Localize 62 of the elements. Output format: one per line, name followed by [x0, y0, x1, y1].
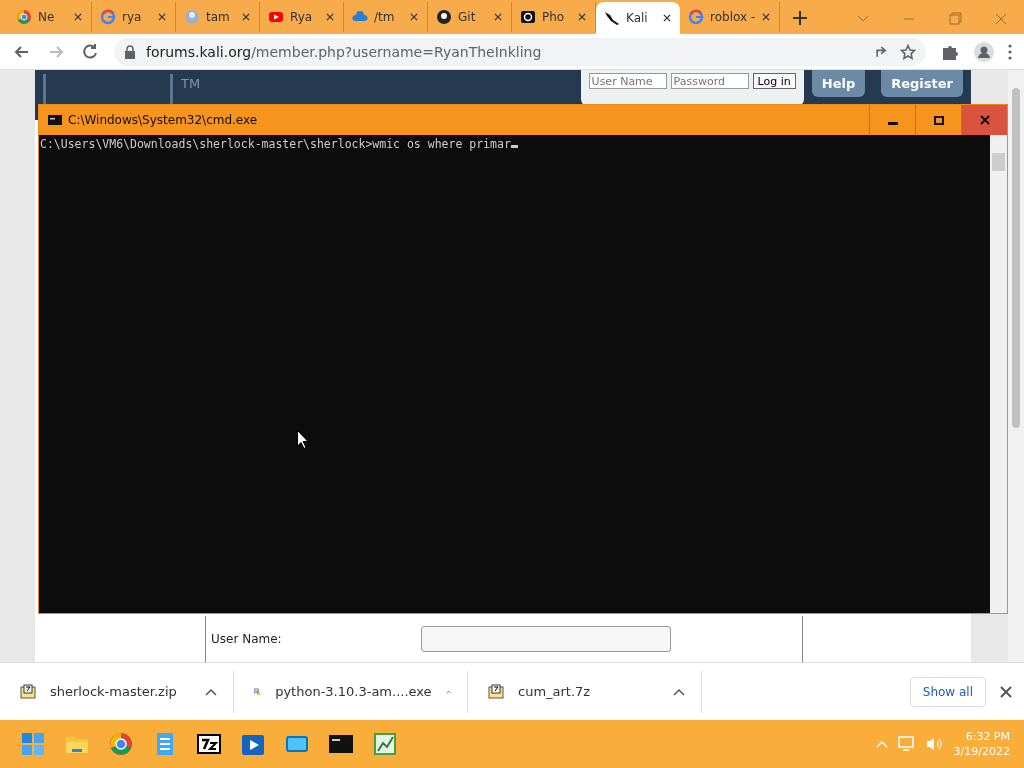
field-label: User Name:	[211, 632, 283, 646]
browser-logo-icon	[16, 9, 32, 25]
nav-button[interactable]: Help	[811, 70, 866, 97]
ring-logo-icon	[688, 9, 704, 25]
reload-icon[interactable]	[80, 41, 100, 62]
clock-time: 6:32 PM	[965, 730, 1010, 743]
browser-tab[interactable]: /tm	[344, 2, 428, 32]
show-all-button[interactable]: Show all	[909, 676, 986, 707]
close-icon[interactable]	[761, 12, 772, 22]
archive-app-icon[interactable]	[196, 731, 222, 757]
close-icon[interactable]	[409, 12, 419, 22]
login-button[interactable]: Log in	[752, 73, 796, 89]
close-icon[interactable]	[577, 12, 587, 22]
browser-tab[interactable]: Git	[428, 2, 512, 32]
close-button[interactable]	[961, 105, 1007, 135]
close-icon[interactable]	[157, 12, 167, 22]
browser-tab[interactable]: Ne	[8, 2, 92, 32]
camera-icon	[520, 9, 536, 25]
circle-logo-icon	[436, 9, 452, 25]
chevron-icon[interactable]	[205, 687, 217, 696]
browser-tab[interactable]: Rya	[260, 2, 344, 32]
close-icon[interactable]	[662, 13, 672, 23]
play-icon	[268, 9, 284, 25]
window-title: C:\Windows\System32\cmd.exe	[68, 113, 259, 127]
browser-tab[interactable]: rya	[92, 2, 176, 32]
close-icon[interactable]	[73, 12, 83, 22]
archive-icon	[488, 683, 504, 700]
trademark-mark: TM	[181, 76, 201, 91]
archive-icon	[20, 683, 36, 700]
text-cursor	[510, 145, 518, 148]
profile-icon[interactable]	[974, 41, 994, 62]
file-name: sherlock-master.zip	[50, 684, 178, 699]
file-name: cum_art.7z	[518, 684, 592, 699]
browser-tab[interactable]: Kali	[596, 2, 680, 34]
username-field[interactable]: User Name	[588, 73, 667, 89]
close-icon	[979, 115, 990, 125]
browser-logo-icon[interactable]	[108, 731, 134, 757]
browser-tab[interactable]: roblox -	[680, 2, 780, 32]
close-icon[interactable]	[241, 12, 251, 22]
chart-icon[interactable]	[372, 731, 398, 757]
menu-icon[interactable]	[1008, 43, 1012, 60]
close-icon[interactable]	[493, 12, 503, 22]
browser-tab[interactable]: Pho	[512, 2, 596, 32]
maximize-icon	[933, 115, 944, 125]
nav-button[interactable]: Register	[881, 70, 963, 97]
new-tab-icon[interactable]	[792, 10, 808, 26]
close-icon[interactable]	[325, 12, 335, 22]
console-icon	[48, 115, 62, 125]
username-input[interactable]	[421, 626, 671, 652]
browser-tab[interactable]: tam	[176, 2, 260, 32]
mouse-pointer-icon	[297, 430, 309, 449]
avatar-icon	[184, 9, 200, 25]
close-icon[interactable]	[1000, 685, 1012, 698]
file-name: python-3.10.3-am....exe	[275, 684, 432, 699]
lock-icon	[124, 44, 136, 59]
ring-logo-icon	[100, 9, 116, 25]
address-bar[interactable]: forums.kali.org/member.php?username=RyanTheInkling	[114, 37, 926, 66]
chevron-icon[interactable]	[673, 687, 685, 696]
star-icon[interactable]	[900, 43, 916, 60]
password-field[interactable]: Password	[670, 73, 749, 89]
clock-date: 3/19/2022	[953, 745, 1010, 758]
command-line: C:\Users\VM6\Downloads\sherlock-master\sherlock>wmic os where primar	[40, 137, 511, 151]
